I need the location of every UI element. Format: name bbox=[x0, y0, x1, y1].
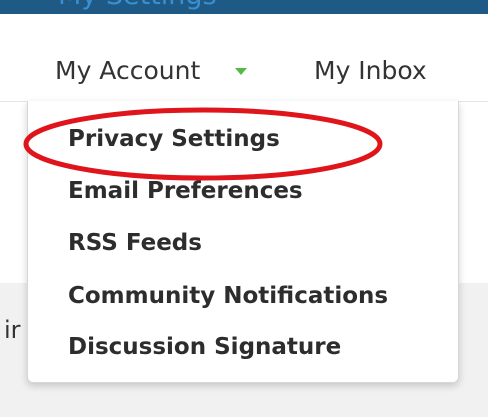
top-banner: My Settings bbox=[0, 0, 488, 14]
menu-item-email-preferences[interactable]: Email Preferences bbox=[68, 178, 303, 204]
banner-text: My Settings bbox=[58, 0, 217, 11]
nav-bar: My Account My Inbox bbox=[0, 14, 488, 102]
my-account-menu[interactable]: My Account bbox=[55, 56, 200, 85]
my-inbox-link[interactable]: My Inbox bbox=[314, 56, 427, 85]
menu-item-discussion-signature[interactable]: Discussion Signature bbox=[68, 334, 341, 360]
chevron-down-icon[interactable] bbox=[235, 68, 247, 75]
account-dropdown-menu: Privacy Settings Email Preferences RSS F… bbox=[27, 101, 459, 383]
menu-item-rss-feeds[interactable]: RSS Feeds bbox=[68, 230, 202, 256]
content-text-fragment: ir bbox=[4, 316, 21, 344]
menu-item-privacy-settings[interactable]: Privacy Settings bbox=[68, 126, 280, 152]
menu-item-community-notifications[interactable]: Community Notifications bbox=[68, 283, 388, 309]
